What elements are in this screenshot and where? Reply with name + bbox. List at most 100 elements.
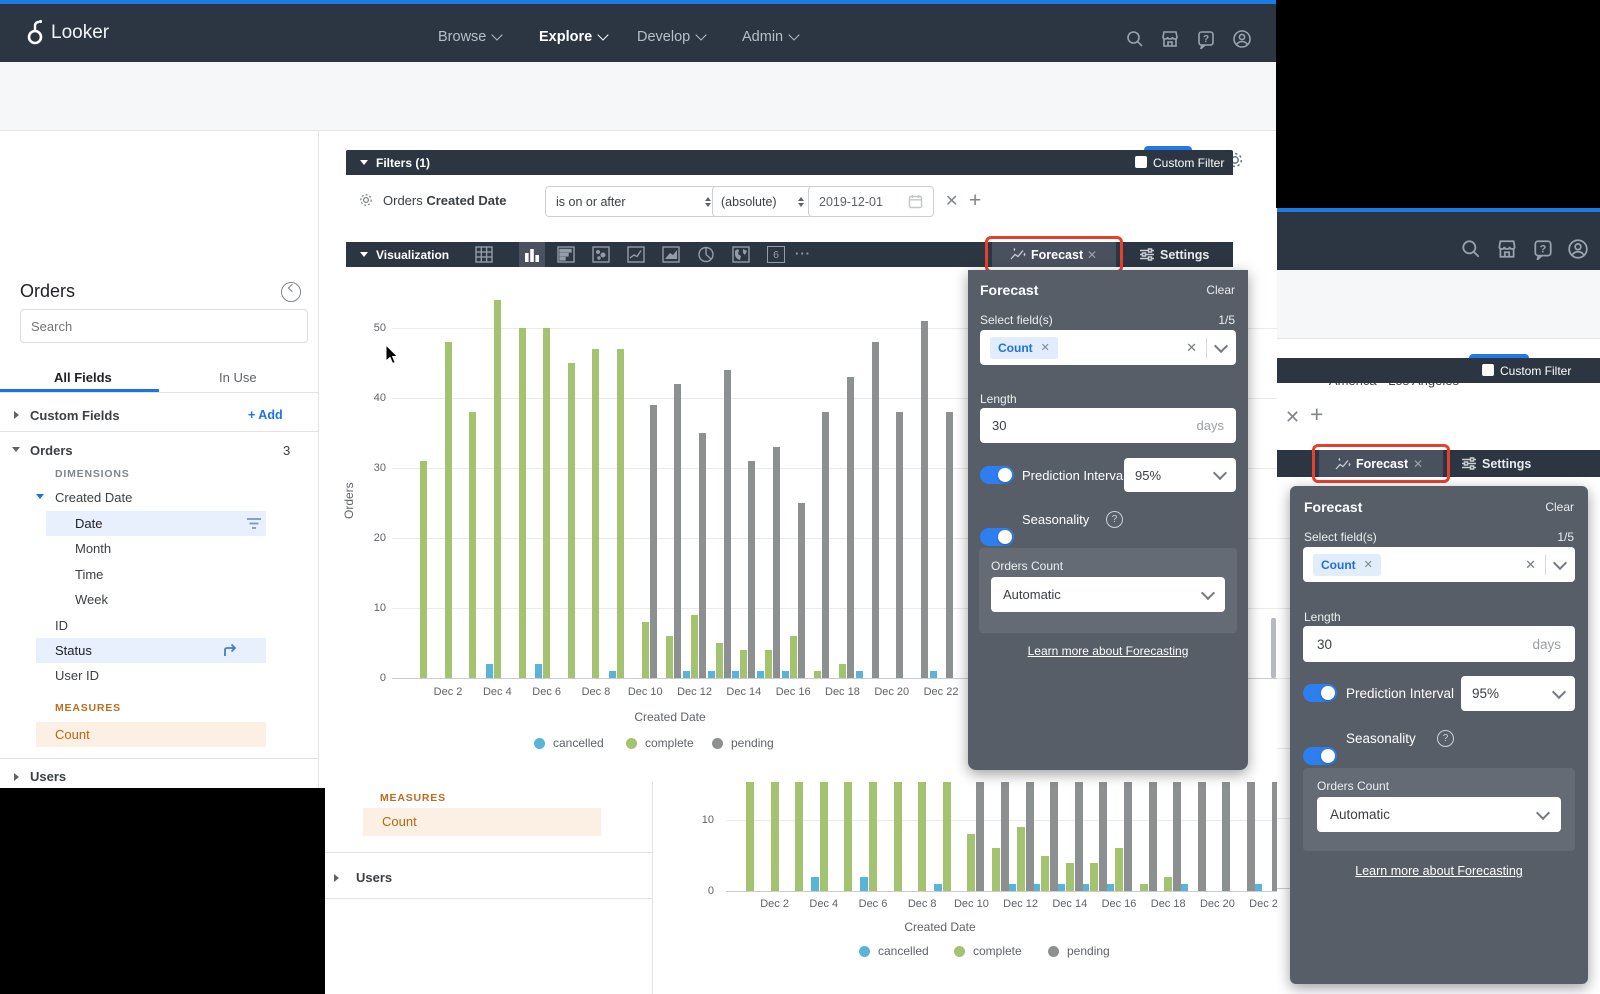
learn-more-link[interactable]: Learn more about Forecasting	[968, 644, 1248, 658]
bar-pending-dec-15[interactable]	[1099, 782, 1107, 891]
pivot-icon[interactable]	[222, 642, 239, 659]
search-icon[interactable]	[1125, 29, 1145, 49]
legend-item-complete[interactable]: complete	[954, 944, 1022, 958]
tab-all-fields[interactable]: All Fields	[54, 370, 112, 385]
bar-complete-dec-17[interactable]	[814, 671, 821, 678]
nav-admin[interactable]: Admin	[742, 27, 798, 47]
bar-complete-dec-10[interactable]	[967, 834, 975, 891]
filters-bar[interactable]: Filters (1) Custom Filter	[346, 150, 1233, 175]
bar-pending-dec-16[interactable]	[1124, 782, 1132, 891]
vertical-scrollbar-thumb[interactable]	[1271, 618, 1276, 678]
bar-complete-dec-12[interactable]	[691, 615, 698, 678]
clear-fields-icon[interactable]: ✕	[1525, 557, 1536, 573]
count-field-chip[interactable]: Count✕	[990, 337, 1058, 359]
bar-complete-dec-14[interactable]	[1066, 863, 1074, 891]
bar-complete-dec-11[interactable]	[666, 636, 673, 678]
sidebar-item-user-id[interactable]: User ID	[55, 668, 99, 683]
custom-filter-checkbox[interactable]	[1482, 364, 1494, 376]
bar-pending-dec-11[interactable]	[674, 384, 681, 678]
viz-type-bar-horizontal-icon[interactable]	[557, 246, 575, 263]
bar-complete-dec-14[interactable]	[740, 650, 747, 678]
field-select-input[interactable]: Count✕ ✕	[1303, 547, 1575, 582]
forecast-tab-close-icon[interactable]: ✕	[1087, 248, 1097, 262]
marketplace-icon[interactable]	[1496, 238, 1518, 260]
sidebar-item-created-date[interactable]: Created Date	[0, 487, 318, 509]
bar-pending-dec-14[interactable]	[748, 461, 755, 678]
sidebar-item-id[interactable]: ID	[55, 618, 68, 633]
bar-cancelled-dec-13[interactable]	[708, 671, 715, 678]
orders-count-select[interactable]: Automatic	[991, 577, 1225, 612]
length-input[interactable]: 30 days	[1303, 626, 1575, 662]
clear-fields-icon[interactable]: ✕	[1186, 340, 1197, 356]
bar-complete-dec-5[interactable]	[519, 328, 526, 678]
bar-pending-dec-17[interactable]	[1149, 782, 1157, 891]
bar-pending-dec-19[interactable]	[1198, 782, 1206, 891]
bar-complete-dec-3[interactable]	[795, 782, 803, 891]
bar-pending-dec-22[interactable]	[946, 412, 953, 678]
field-select-input[interactable]: Count✕ ✕	[980, 330, 1236, 365]
bar-cancelled-dec-9[interactable]	[609, 671, 616, 678]
viz-type-map-icon[interactable]	[732, 246, 750, 263]
search-icon[interactable]	[1460, 238, 1482, 260]
bar-complete-dec-9[interactable]	[943, 782, 951, 891]
nav-develop[interactable]: Develop	[637, 27, 705, 47]
prediction-interval-toggle[interactable]	[980, 466, 1014, 484]
chevron-down-icon[interactable]	[1553, 555, 1567, 569]
bar-pending-dec-13[interactable]	[1050, 782, 1058, 891]
bar-pending-dec-20[interactable]	[1222, 782, 1230, 891]
bar-complete-dec-16[interactable]	[790, 636, 797, 678]
clear-button[interactable]: Clear	[1206, 283, 1235, 297]
bar-complete-dec-18[interactable]	[839, 664, 846, 678]
bar-pending-dec-10[interactable]	[650, 405, 657, 678]
bar-complete-dec-2[interactable]	[771, 782, 779, 891]
sidebar-item-month[interactable]: Month	[75, 541, 111, 556]
help-icon[interactable]: ?	[1196, 29, 1216, 49]
viz-type-table-icon[interactable]	[475, 246, 493, 263]
bar-complete-dec-1[interactable]	[420, 461, 427, 678]
nav-explore[interactable]: Explore	[539, 27, 607, 47]
search-input[interactable]	[20, 309, 308, 343]
bar-complete-dec-1[interactable]	[746, 782, 754, 891]
prediction-interval-select[interactable]: 95%	[1461, 676, 1575, 711]
bar-pending-dec-10[interactable]	[976, 782, 984, 891]
bar-pending-dec-20[interactable]	[896, 412, 903, 678]
filter-date-input[interactable]: 2019-12-01	[808, 186, 934, 217]
legend-item-pending[interactable]: pending	[1048, 944, 1110, 958]
bar-complete-dec-7[interactable]	[894, 782, 902, 891]
account-icon[interactable]	[1232, 29, 1252, 49]
bar-pending-dec-15[interactable]	[773, 447, 780, 678]
bar-complete-dec-12[interactable]	[1017, 827, 1025, 891]
sidebar-item-count[interactable]: Count	[36, 722, 266, 747]
bar-cancelled-dec-12[interactable]	[683, 671, 690, 678]
account-icon[interactable]	[1567, 238, 1589, 260]
bar-pending-dec-19[interactable]	[872, 342, 879, 678]
custom-filter-checkbox[interactable]	[1135, 156, 1147, 168]
bar-pending-dec-18[interactable]	[1173, 782, 1181, 891]
legend-item-cancelled[interactable]: cancelled	[534, 736, 604, 750]
bar-complete-dec-16[interactable]	[1115, 848, 1123, 891]
sidebar-item-date[interactable]: Date	[46, 511, 266, 536]
bar-complete-dec-18[interactable]	[1164, 877, 1172, 891]
sidebar-group-users[interactable]: Users	[0, 764, 318, 790]
legend-item-complete[interactable]: complete	[626, 736, 694, 750]
add-custom-field-button[interactable]: + Add	[248, 408, 283, 422]
filter-gear-icon[interactable]	[358, 192, 374, 208]
bar-pending-dec-14[interactable]	[1075, 782, 1083, 891]
add-filter-icon[interactable]: +	[1310, 403, 1323, 426]
bar-complete-dec-3[interactable]	[469, 412, 476, 678]
collapse-sidebar-button[interactable]	[281, 282, 301, 302]
bar-cancelled-dec-19[interactable]	[856, 671, 863, 678]
prediction-interval-toggle[interactable]	[1303, 684, 1337, 702]
viz-type-pie-icon[interactable]	[697, 246, 715, 263]
sidebar-group-orders[interactable]: Orders 3	[0, 437, 318, 463]
looker-logo[interactable]: Looker	[26, 18, 109, 48]
settings-tab[interactable]: Settings	[1160, 248, 1209, 262]
learn-more-link[interactable]: Learn more about Forecasting	[1290, 864, 1588, 878]
bar-cancelled-dec-16[interactable]	[782, 671, 789, 678]
seasonality-help-icon[interactable]: ?	[1106, 511, 1123, 528]
bar-complete-dec-4[interactable]	[820, 782, 828, 891]
bar-complete-dec-5[interactable]	[844, 782, 852, 891]
bar-cancelled-dec-6[interactable]	[535, 664, 542, 678]
seasonality-toggle[interactable]	[980, 528, 1014, 546]
bar-pending-dec-16[interactable]	[798, 503, 805, 678]
